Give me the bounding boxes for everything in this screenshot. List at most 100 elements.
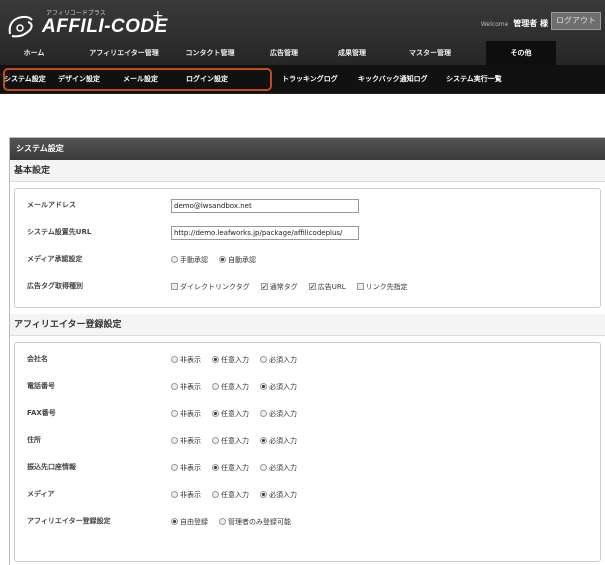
affiliate-field-row: 住所 非表示 任意入力 必須入力: [15, 427, 600, 454]
logo[interactable]: アフィリコードプラス AFFILI-CODE +: [6, 6, 168, 46]
url-field[interactable]: http://demo.leafworks.jp/package/affilic…: [171, 225, 359, 240]
main-nav: ホーム アフィリエイター管理 コンタクト管理 広告管理 成果管理 マスター管理 …: [0, 41, 605, 65]
field-required-radio[interactable]: [260, 437, 267, 444]
field-optional-label: 任意入力: [221, 355, 249, 364]
reg-admin-only-radio[interactable]: [219, 518, 226, 525]
field-optional-radio[interactable]: [212, 356, 219, 363]
url-row: システム設置先URL http://demo.leafworks.jp/pack…: [15, 219, 600, 246]
field-hidden-radio[interactable]: [171, 464, 178, 471]
tag-linkdest-checkbox[interactable]: [356, 283, 364, 290]
field-optional-radio[interactable]: [212, 464, 219, 471]
affiliate-field-row: 電話番号 非表示 任意入力 必須入力: [15, 373, 600, 400]
ad-tag-row: 広告タグ取得種別 ダイレクトリンクタグ ✓ 通常タグ ✓ 広告URL リンク先指定: [15, 273, 600, 300]
affiliate-field-label: 電話番号: [27, 382, 55, 390]
logo-icon: [8, 15, 33, 38]
field-optional-radio[interactable]: [212, 383, 219, 390]
field-hidden-radio[interactable]: [171, 356, 178, 363]
welcome-message: Welcome 管理者 様: [481, 18, 548, 29]
affiliate-field-label: 住所: [27, 436, 41, 444]
email-field[interactable]: demo@lwsandbox.net: [171, 198, 359, 213]
field-hidden-radio[interactable]: [171, 437, 178, 444]
field-hidden-radio[interactable]: [171, 491, 178, 498]
subnav-design-settings[interactable]: デザイン設定: [58, 65, 100, 94]
welcome-label: Welcome: [480, 21, 509, 28]
affiliate-registration-row: アフィリエイター登録設定 自由登録 管理者のみ登録可能: [15, 508, 600, 535]
affiliate-field-row: メディア 非表示 任意入力 必須入力: [15, 481, 600, 508]
field-required-radio[interactable]: [260, 410, 267, 417]
field-required-label: 必須入力: [269, 490, 297, 499]
reg-free-radio[interactable]: [171, 518, 178, 525]
tab-master[interactable]: マスター管理: [398, 41, 462, 65]
settings-panel: システム設定 基本設定 メールアドレス demo@lwsandbox.net シ…: [9, 137, 605, 565]
tag-direct-checkbox[interactable]: [171, 283, 178, 290]
subnav-login-settings[interactable]: ログイン設定: [186, 65, 228, 94]
ad-tag-label: 広告タグ取得種別: [27, 282, 83, 290]
media-auto-label: 自動承認: [228, 255, 256, 264]
app-header: アフィリコードプラス AFFILI-CODE + Welcome 管理者 様 ロ…: [0, 0, 605, 65]
subnav-mail-settings[interactable]: メール設定: [123, 65, 158, 94]
tag-direct-label: ダイレクトリンクタグ: [180, 282, 250, 291]
sub-nav: システム設定 デザイン設定 メール設定 ログイン設定 トラッキングログ キックバ…: [0, 65, 605, 94]
tab-home[interactable]: ホーム: [16, 41, 52, 65]
reg-free-label: 自由登録: [180, 517, 208, 526]
affiliate-field-row: 会社名 非表示 任意入力 必須入力: [15, 346, 600, 373]
affiliate-settings-heading: アフィリエイター登録設定: [10, 314, 605, 336]
media-approval-label: メディア承認設定: [27, 255, 83, 263]
affiliate-field-row: FAX番号 非表示 任意入力 必須入力: [15, 400, 600, 427]
field-hidden-label: 非表示: [180, 463, 201, 472]
field-optional-label: 任意入力: [221, 436, 249, 445]
url-label: システム設置先URL: [27, 228, 92, 236]
subnav-system-settings[interactable]: システム設定: [4, 65, 46, 94]
field-hidden-label: 非表示: [180, 490, 201, 499]
field-hidden-label: 非表示: [180, 355, 201, 364]
field-required-label: 必須入力: [269, 463, 297, 472]
media-auto-radio[interactable]: [219, 256, 226, 263]
logo-plus: +: [152, 8, 164, 24]
tab-results[interactable]: 成果管理: [330, 41, 374, 65]
tag-normal-checkbox[interactable]: ✓: [260, 283, 268, 291]
basic-settings-heading: 基本設定: [10, 160, 605, 182]
tag-linkdest-label: リンク先指定: [365, 282, 408, 291]
subnav-tracking-log[interactable]: トラッキングログ: [282, 65, 338, 94]
user-name: 管理者 様: [513, 19, 548, 28]
tab-ads[interactable]: 広告管理: [262, 41, 306, 65]
logo-text: AFFILI-CODE: [42, 16, 168, 37]
affiliate-rows: 会社名 非表示 任意入力 必須入力 電話番号 非表示 任意入力 必須入力 FAX番号 非表示 任意入…: [15, 346, 600, 508]
field-optional-label: 任意入力: [221, 490, 249, 499]
field-optional-radio[interactable]: [212, 410, 219, 417]
field-required-radio[interactable]: [260, 464, 267, 471]
tab-contacts[interactable]: コンタクト管理: [180, 41, 240, 65]
reg-admin-only-label: 管理者のみ登録可能: [228, 517, 291, 526]
subnav-system-run-list[interactable]: システム実行一覧: [446, 65, 502, 94]
field-hidden-radio[interactable]: [171, 383, 178, 390]
email-row: メールアドレス demo@lwsandbox.net: [15, 192, 600, 219]
media-approval-row: メディア承認設定 手動承認 自動承認: [15, 246, 600, 273]
tab-affiliates[interactable]: アフィリエイター管理: [84, 41, 164, 65]
field-required-radio[interactable]: [260, 491, 267, 498]
tag-adurl-checkbox[interactable]: ✓: [308, 283, 316, 291]
affiliate-field-label: 会社名: [27, 355, 48, 363]
field-optional-radio[interactable]: [212, 437, 219, 444]
subnav-kickback-log[interactable]: キックバック通知ログ: [358, 65, 428, 94]
field-optional-radio[interactable]: [212, 491, 219, 498]
field-hidden-label: 非表示: [180, 382, 201, 391]
affiliate-field-label: FAX番号: [27, 409, 56, 417]
media-manual-radio[interactable]: [171, 256, 178, 263]
field-required-label: 必須入力: [269, 409, 297, 418]
field-hidden-radio[interactable]: [171, 410, 178, 417]
basic-settings-box: メールアドレス demo@lwsandbox.net システム設置先URL ht…: [14, 188, 601, 308]
tab-other[interactable]: その他: [486, 41, 556, 65]
logout-button[interactable]: ログアウト: [551, 12, 601, 30]
tag-normal-label: 通常タグ: [269, 282, 298, 291]
affiliate-field-label: メディア: [27, 490, 55, 498]
field-required-label: 必須入力: [269, 355, 297, 364]
field-required-radio[interactable]: [260, 356, 267, 363]
media-manual-label: 手動承認: [180, 255, 208, 264]
affiliate-registration-label: アフィリエイター登録設定: [27, 517, 111, 525]
affiliate-field-label: 振込先口座情報: [27, 463, 76, 471]
field-required-label: 必須入力: [269, 382, 297, 391]
panel-title: システム設定: [10, 138, 605, 160]
field-hidden-label: 非表示: [180, 409, 201, 418]
tag-adurl-label: 広告URL: [317, 282, 346, 291]
field-required-radio[interactable]: [260, 383, 267, 390]
